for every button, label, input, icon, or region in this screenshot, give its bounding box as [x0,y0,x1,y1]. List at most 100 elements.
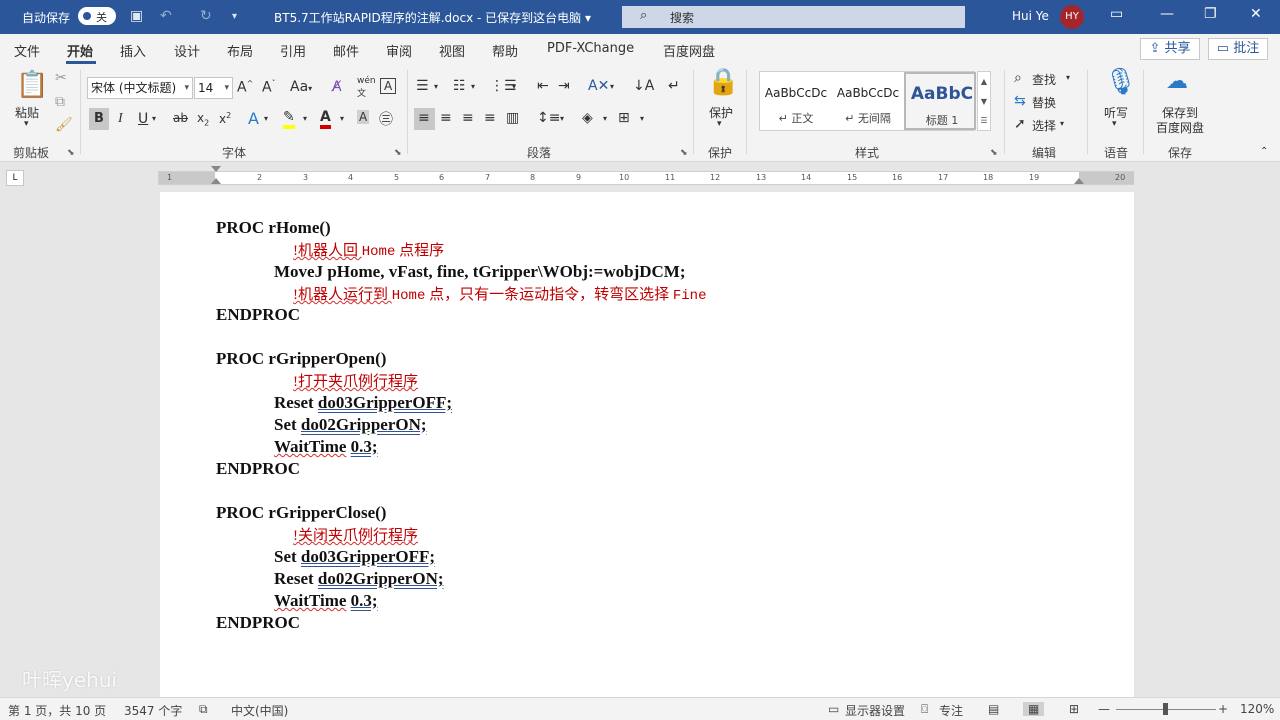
web-layout-icon[interactable]: ⊞ [1069,702,1079,716]
horizontal-ruler[interactable]: 1 2 3 4 5 6 7 8 9 10 11 12 13 14 15 16 1… [158,166,1134,185]
print-layout-icon[interactable]: ▦ [1023,702,1045,716]
zoom-slider-thumb[interactable] [1163,703,1168,715]
show-marks-icon[interactable]: ↵ [668,78,680,94]
distributed-icon[interactable]: ▥ [506,110,519,126]
justify-icon[interactable]: ≡ [484,110,496,126]
phonetic-guide-icon[interactable]: wén 文 [357,76,376,99]
grow-font-icon[interactable]: A^ [237,79,253,96]
close-icon[interactable]: ✕ [1250,6,1262,22]
code-line[interactable]: ENDPROC [216,305,300,325]
comment-line[interactable]: !机器人运行到 Home 点，只有一条运动指令，转弯区选择 Fine [293,283,706,304]
page-count[interactable]: 第 1 页，共 10 页 [8,702,106,719]
sort-icon[interactable]: ↓A [633,78,654,94]
collapse-ribbon-icon[interactable]: ⌃ [1260,146,1268,157]
highlight-dropdown-icon[interactable]: ▾ [303,114,307,123]
zoom-in-button[interactable]: + [1218,702,1228,716]
chinese-layout-icon[interactable]: A✕ [588,78,609,94]
language-indicator[interactable]: 中文(中国) [231,702,288,719]
multilevel-dropdown-icon[interactable]: ▾ [512,82,516,91]
code-line[interactable]: Reset do02GripperON; [274,569,444,589]
copy-icon[interactable]: ⧉ [55,94,65,110]
zoom-out-button[interactable]: — [1098,702,1110,716]
code-line[interactable]: PROC rGripperClose() [216,503,386,523]
customize-toolbar-icon[interactable]: ▾ [232,11,237,22]
strikethrough-icon[interactable]: ab [173,111,188,125]
chevron-down-icon[interactable]: ▼ [978,92,990,112]
underline-icon[interactable]: U [138,111,148,127]
baidu-netdisk-label[interactable]: 百度网盘 [1156,119,1204,136]
ribbon-display-icon[interactable]: ▭ [1110,6,1123,22]
hanging-indent-marker[interactable] [211,178,221,184]
user-name[interactable]: Hui Ye [1012,9,1049,23]
maximize-icon[interactable]: ❐ [1204,6,1217,22]
baidu-netdisk-icon[interactable]: ☁ [1166,69,1188,94]
shading-icon[interactable]: ◈ [582,110,593,126]
code-line[interactable]: MoveJ pHome, vFast, fine, tGripper\WObj:… [274,262,686,282]
shrink-font-icon[interactable]: Aˇ [262,79,276,96]
tab-file[interactable]: 文件 [14,41,40,60]
find-dropdown-icon[interactable]: ▾ [1066,73,1070,82]
text-effects-dropdown-icon[interactable]: ▾ [264,114,268,123]
comments-button[interactable]: ▭ 批注 [1208,38,1268,60]
tab-view[interactable]: 视图 [439,41,465,60]
bullets-dropdown-icon[interactable]: ▾ [434,82,438,91]
comment-line[interactable]: !机器人回 Home 点程序 [293,239,444,260]
paste-icon[interactable]: 📋 [16,70,48,100]
proofing-icon[interactable]: ⧉ [199,702,208,717]
numbering-dropdown-icon[interactable]: ▾ [471,82,475,91]
focus-mode[interactable]: 专注 [939,702,963,719]
protect-dropdown-icon[interactable]: ▾ [717,119,722,129]
lock-icon[interactable]: 🔒 [707,67,739,97]
paste-dropdown-icon[interactable]: ▾ [24,119,29,129]
minimize-icon[interactable]: — [1160,6,1174,22]
avatar[interactable]: HY [1060,5,1084,29]
clipboard-launcher-icon[interactable]: ⬊ [67,148,75,158]
change-case-icon[interactable]: Aa▾ [290,79,312,95]
superscript-icon[interactable]: x2 [219,111,231,126]
read-mode-icon[interactable]: ▤ [988,702,999,716]
shading-dropdown-icon[interactable]: ▾ [603,114,607,123]
style-normal[interactable]: AaBbCcDc ↵ 正文 [760,72,832,130]
code-line[interactable]: Set do02GripperON; [274,415,427,435]
character-shading-icon[interactable]: A [357,110,370,124]
zoom-level[interactable]: 120% [1240,702,1274,716]
font-color-dropdown-icon[interactable]: ▾ [340,114,344,123]
paragraph-launcher-icon[interactable]: ⬊ [680,148,688,158]
tab-pdf-xchange[interactable]: PDF-XChange [547,41,634,56]
comment-line[interactable]: !打开夹爪例行程序 [293,370,418,391]
redo-icon[interactable]: ↻ [200,8,212,24]
enclose-characters-icon[interactable]: ㊂ [379,109,393,129]
tab-selector[interactable]: L [6,170,24,186]
display-settings[interactable]: 显示器设置 [845,702,905,719]
code-line[interactable]: Reset do03GripperOFF; [274,393,452,413]
text-effects-icon[interactable]: A [248,109,259,128]
format-painter-icon[interactable]: 🖌 [55,117,73,133]
select-dropdown-icon[interactable]: ▾ [1060,119,1064,128]
decrease-indent-icon[interactable]: ⇤ [537,78,549,94]
style-no-spacing[interactable]: AaBbCcDc ↵ 无间隔 [832,72,904,130]
tab-layout[interactable]: 布局 [227,41,253,60]
dictate-dropdown-icon[interactable]: ▾ [1112,119,1117,129]
replace-button[interactable]: 替换 [1032,94,1056,111]
styles-gallery-scroll[interactable]: ▲ ▼ ☰ [977,71,991,131]
chevron-up-icon[interactable]: ▲ [978,72,990,92]
tab-mailings[interactable]: 邮件 [333,41,359,60]
code-line[interactable]: WaitTime 0.3; [274,437,378,457]
document-title[interactable]: BT5.7工作站RAPID程序的注解.docx - 已保存到这台电脑 ▾ [274,9,591,26]
bold-icon[interactable]: B [94,111,104,126]
save-icon[interactable]: ▣ [130,8,143,24]
tab-help[interactable]: 帮助 [492,41,518,60]
line-spacing-icon[interactable]: ↕≡ [537,110,560,126]
character-border-icon[interactable]: A [380,78,397,94]
comment-line[interactable]: !关闭夹爪例行程序 [293,524,418,545]
undo-icon[interactable]: ↶ [160,8,172,24]
bullets-icon[interactable]: ☰ [416,78,429,94]
styles-launcher-icon[interactable]: ⬊ [990,148,998,158]
document-page[interactable]: PROC rHome() !机器人回 Home 点程序 MoveJ pHome,… [160,192,1134,697]
borders-dropdown-icon[interactable]: ▾ [640,114,644,123]
align-right-icon[interactable]: ≡ [462,110,474,126]
underline-dropdown-icon[interactable]: ▾ [152,114,156,123]
search-box[interactable]: ⌕ 搜索 [622,6,965,28]
code-line[interactable]: PROC rGripperOpen() [216,349,386,369]
increase-indent-icon[interactable]: ⇥ [558,78,570,94]
